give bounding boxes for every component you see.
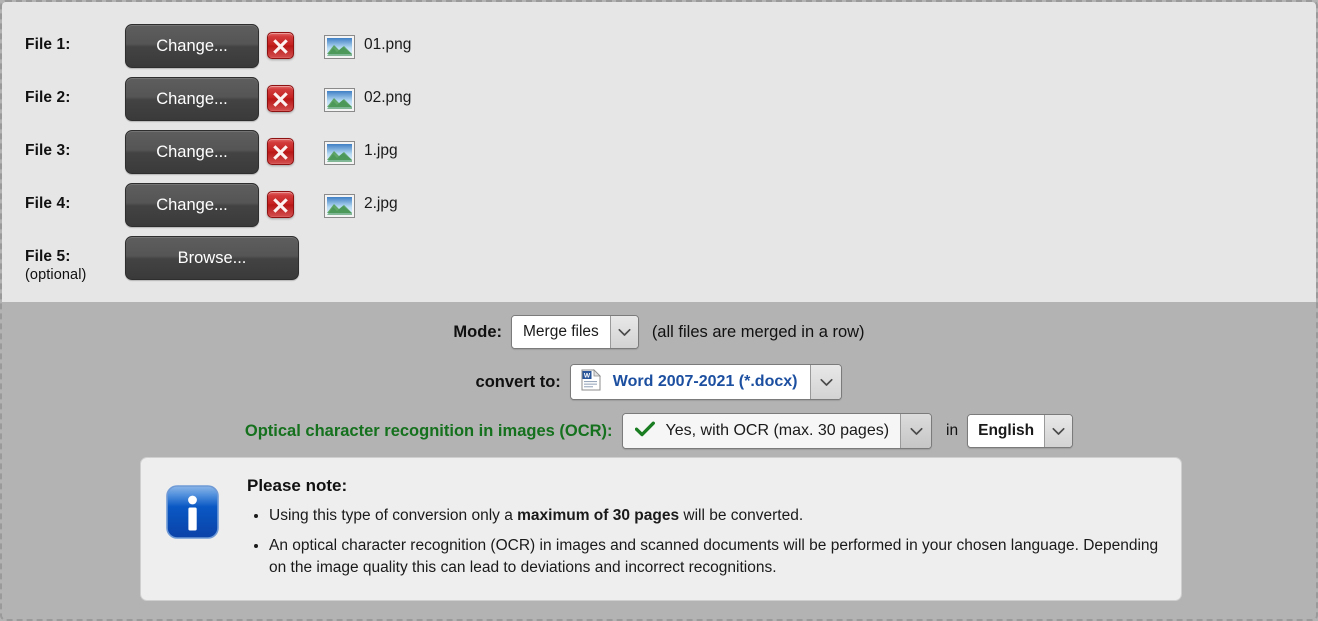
green-check-icon bbox=[634, 421, 655, 442]
convert-to-label: convert to: bbox=[475, 372, 561, 391]
file-name-label: 2.jpg bbox=[364, 195, 398, 212]
browse-file-button[interactable]: Browse... bbox=[125, 236, 299, 280]
conversion-options-section: Mode: Merge files (all files are merged … bbox=[2, 302, 1316, 619]
change-file-button[interactable]: Change... bbox=[125, 77, 259, 121]
file-row: File 3: Change... 1.jpg bbox=[2, 130, 1316, 176]
note-item-pre: Using this type of conversion only a bbox=[269, 507, 518, 524]
file-row-label: File 3: bbox=[25, 142, 71, 159]
converter-form-panel: File 1: Change... 01.png File 2: Change.… bbox=[0, 0, 1318, 621]
convert-to-row: convert to: W Word 2007-2021 (*.docx) bbox=[2, 362, 1316, 402]
close-x-icon bbox=[273, 198, 288, 213]
close-x-icon bbox=[273, 39, 288, 54]
delete-file-button[interactable] bbox=[267, 85, 294, 112]
delete-file-button[interactable] bbox=[267, 191, 294, 218]
file-row: File 1: Change... 01.png bbox=[2, 24, 1316, 70]
ocr-select-value: Yes, with OCR (max. 30 pages) bbox=[665, 422, 890, 439]
please-note-box: Please note: Using this type of conversi… bbox=[140, 457, 1182, 601]
file-name-label: 1.jpg bbox=[364, 142, 398, 159]
chevron-down-icon[interactable] bbox=[900, 414, 932, 448]
ocr-language-preposition: in bbox=[946, 422, 959, 439]
delete-file-button[interactable] bbox=[267, 138, 294, 165]
image-file-icon bbox=[324, 194, 355, 218]
mode-select-value: Merge files bbox=[512, 316, 610, 348]
ocr-language-select[interactable]: English bbox=[967, 414, 1074, 448]
convert-to-select[interactable]: W Word 2007-2021 (*.docx) bbox=[569, 364, 843, 400]
mode-select[interactable]: Merge files bbox=[511, 315, 639, 349]
close-x-icon bbox=[273, 145, 288, 160]
word-document-icon: W bbox=[581, 368, 601, 396]
file-name-label: 02.png bbox=[364, 89, 412, 106]
note-list: Using this type of conversion only a max… bbox=[247, 505, 1163, 580]
svg-text:W: W bbox=[584, 372, 591, 379]
file-row-label-text: File 5: bbox=[25, 248, 71, 265]
ocr-select-value-wrap: Yes, with OCR (max. 30 pages) bbox=[622, 414, 901, 448]
file-row-label: File 1: bbox=[25, 36, 71, 53]
file-row-optional: File 5: (optional) Browse... bbox=[2, 236, 1316, 288]
note-title: Please note: bbox=[247, 476, 348, 495]
mode-label: Mode: bbox=[453, 322, 502, 341]
delete-file-button[interactable] bbox=[267, 32, 294, 59]
chevron-down-icon[interactable] bbox=[810, 365, 842, 399]
change-file-button[interactable]: Change... bbox=[125, 24, 259, 68]
image-file-icon bbox=[324, 35, 355, 59]
note-list-item: Using this type of conversion only a max… bbox=[269, 505, 1163, 528]
file-row: File 2: Change... 02.png bbox=[2, 77, 1316, 123]
ocr-row: Optical character recognition in images … bbox=[2, 410, 1316, 452]
ocr-language-value: English bbox=[968, 415, 1045, 447]
chevron-down-icon[interactable] bbox=[1044, 415, 1073, 447]
file-list-section: File 1: Change... 01.png File 2: Change.… bbox=[2, 2, 1316, 302]
change-file-button[interactable]: Change... bbox=[125, 130, 259, 174]
image-file-icon bbox=[324, 88, 355, 112]
mode-hint: (all files are merged in a row) bbox=[651, 322, 865, 341]
image-file-icon bbox=[324, 141, 355, 165]
convert-to-select-value-wrap: W Word 2007-2021 (*.docx) bbox=[570, 365, 811, 399]
file-row-optional-note: (optional) bbox=[25, 267, 87, 283]
note-item-pre: An optical character recognition (OCR) i… bbox=[269, 536, 1159, 577]
close-x-icon bbox=[273, 92, 288, 107]
info-icon bbox=[166, 485, 219, 539]
convert-to-select-value: Word 2007-2021 (*.docx) bbox=[612, 373, 798, 390]
mode-row: Mode: Merge files (all files are merged … bbox=[2, 312, 1316, 352]
file-row-label: File 5: (optional) bbox=[25, 248, 86, 284]
ocr-label: Optical character recognition in images … bbox=[244, 421, 613, 440]
chevron-down-icon[interactable] bbox=[609, 316, 638, 348]
note-item-post: will be converted. bbox=[679, 507, 804, 524]
note-content: Please note: Using this type of conversi… bbox=[247, 476, 1163, 587]
note-list-item: An optical character recognition (OCR) i… bbox=[269, 535, 1163, 580]
ocr-select[interactable]: Yes, with OCR (max. 30 pages) bbox=[621, 413, 933, 449]
file-name-label: 01.png bbox=[364, 36, 412, 53]
change-file-button[interactable]: Change... bbox=[125, 183, 259, 227]
file-row: File 4: Change... 2.jpg bbox=[2, 183, 1316, 229]
file-row-label: File 2: bbox=[25, 89, 71, 106]
file-row-label: File 4: bbox=[25, 195, 71, 212]
note-item-bold: maximum of 30 pages bbox=[517, 507, 680, 524]
